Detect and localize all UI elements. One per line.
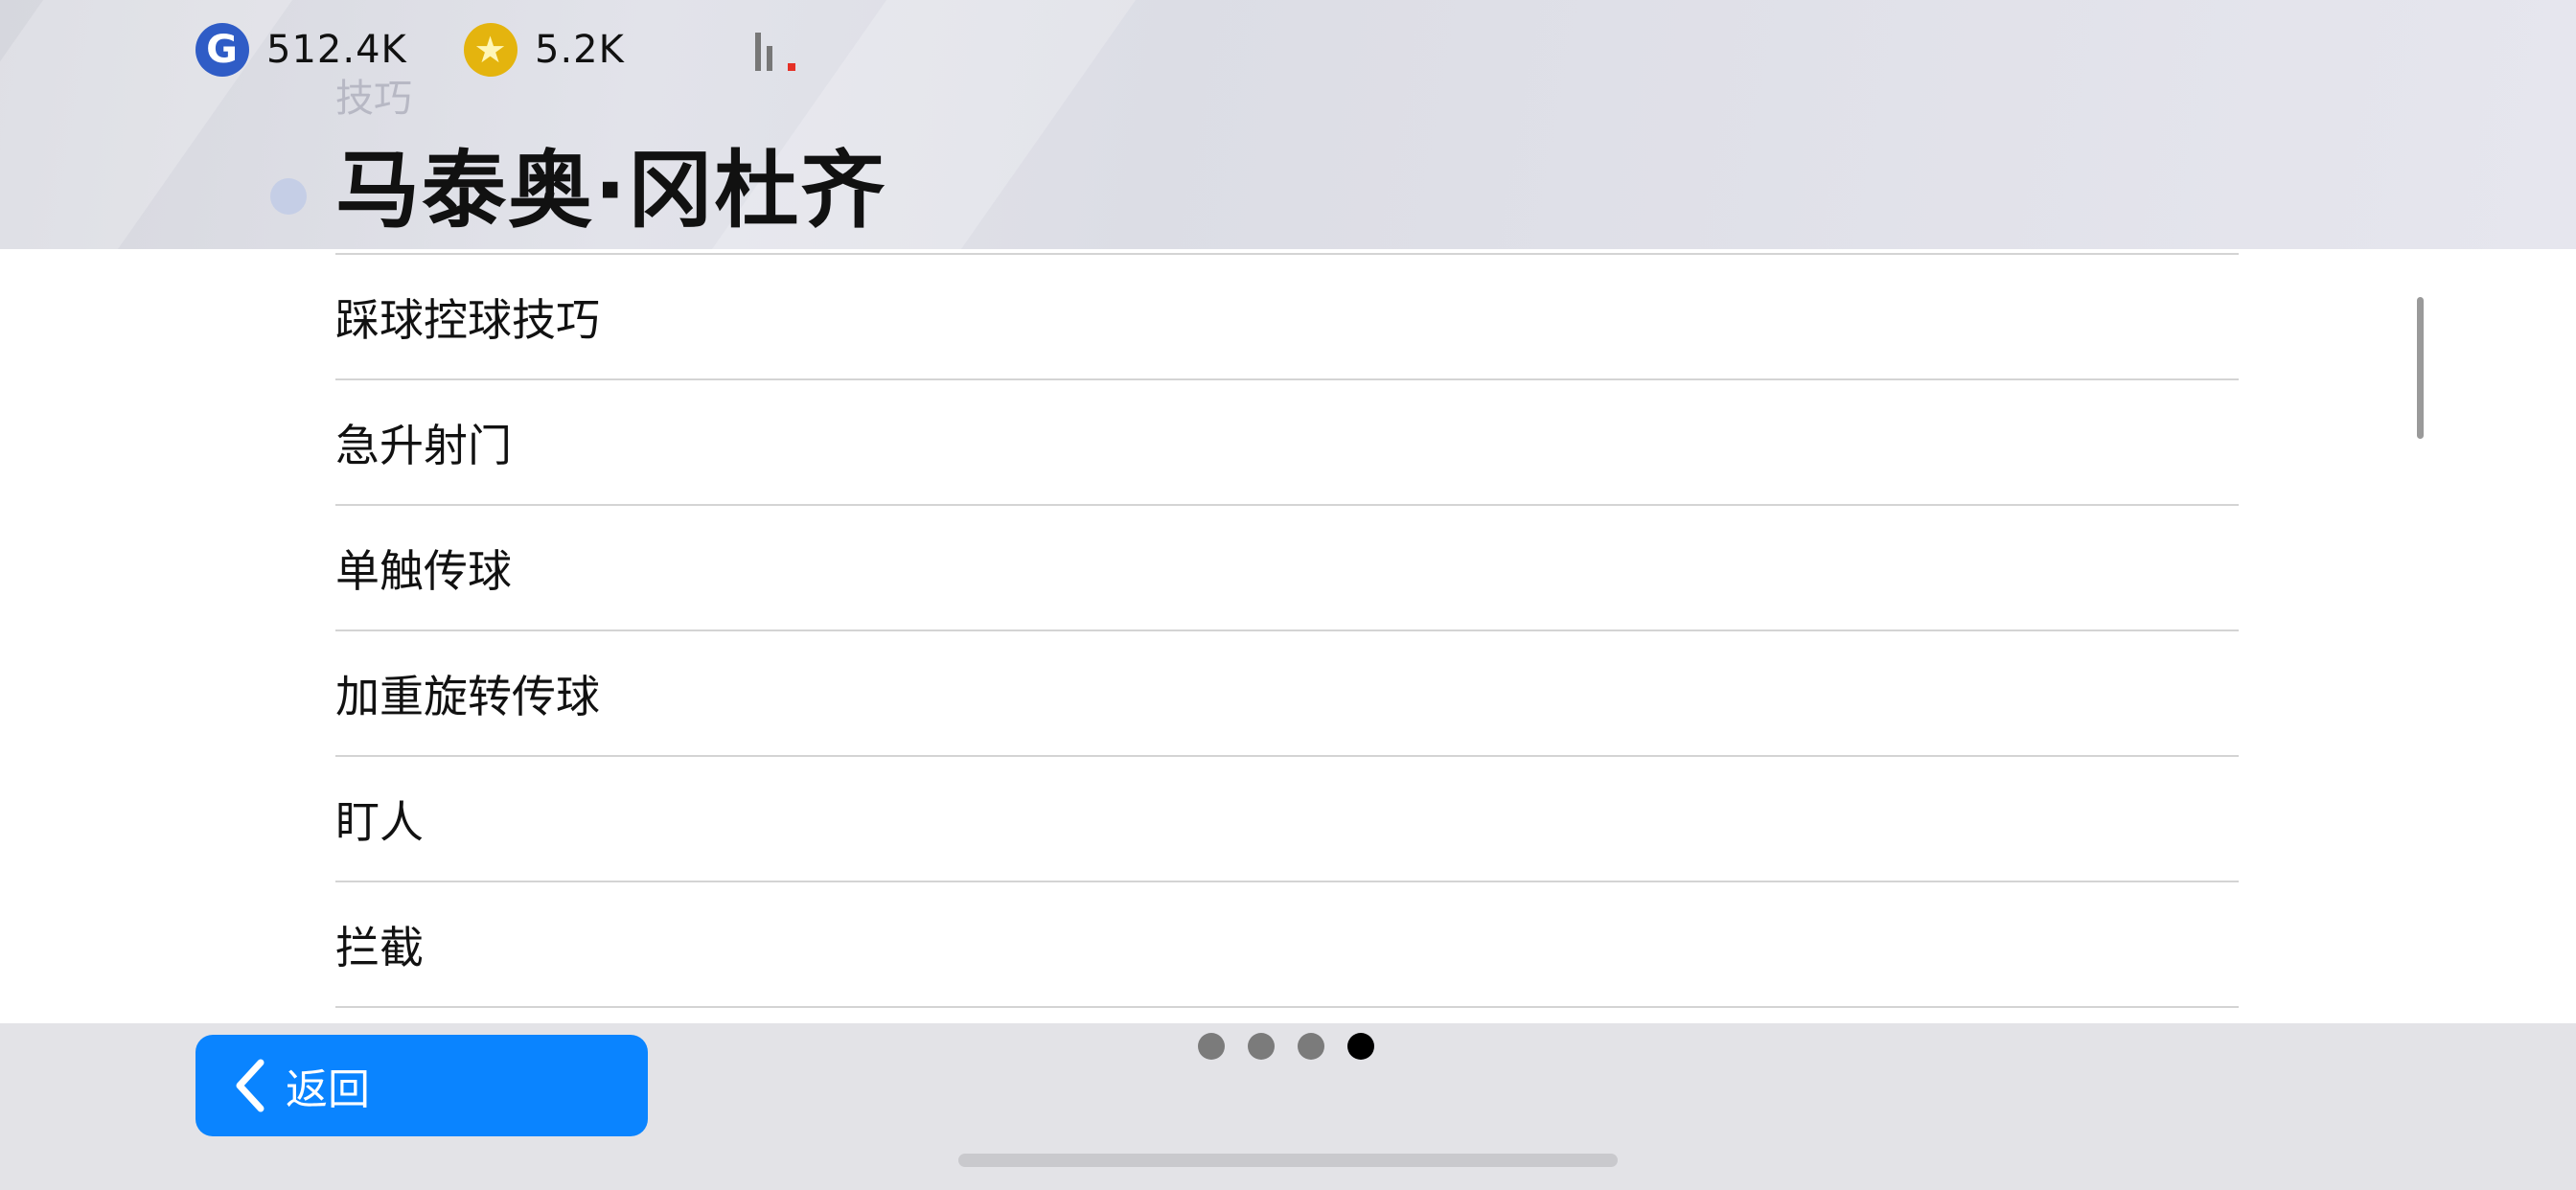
currency-star-value: 5.2K [535, 28, 625, 72]
page-dot-active[interactable] [1347, 1033, 1374, 1060]
list-item[interactable]: 单触传球 [335, 506, 2239, 631]
list-item[interactable]: 加重旋转传球 [335, 631, 2239, 757]
page-dot[interactable] [1298, 1033, 1324, 1060]
home-indicator[interactable] [958, 1154, 1618, 1167]
back-button[interactable]: 返回 [196, 1035, 648, 1136]
page-dot[interactable] [1248, 1033, 1275, 1060]
list-item[interactable]: 拦截 [335, 882, 2239, 1008]
player-name: 马泰奥·冈杜齐 [335, 141, 887, 240]
back-button-label: 返回 [286, 1065, 370, 1114]
star-coin-icon: ★ [464, 23, 518, 77]
chevron-left-icon [236, 1059, 264, 1112]
currency-g-value: 512.4K [266, 28, 407, 72]
signal-icon [755, 29, 803, 71]
skill-list: 踩球控球技巧 急升射门 单触传球 加重旋转传球 盯人 拦截 [335, 253, 2239, 1008]
currency-star[interactable]: ★ 5.2K [464, 21, 625, 79]
header-banner: 技巧 G 512.4K ★ 5.2K 马泰奥·冈杜齐 [0, 0, 2576, 249]
list-item[interactable]: 急升射门 [335, 380, 2239, 506]
list-item[interactable]: 盯人 [335, 757, 2239, 882]
page-dot[interactable] [1198, 1033, 1225, 1060]
g-coin-icon: G [196, 23, 249, 77]
page-indicator [1198, 1033, 1374, 1060]
list-scrollbar[interactable] [2417, 297, 2424, 439]
header-ghost-dot [270, 178, 307, 215]
list-item[interactable]: 踩球控球技巧 [335, 255, 2239, 380]
currency-g[interactable]: G 512.4K [196, 21, 407, 79]
